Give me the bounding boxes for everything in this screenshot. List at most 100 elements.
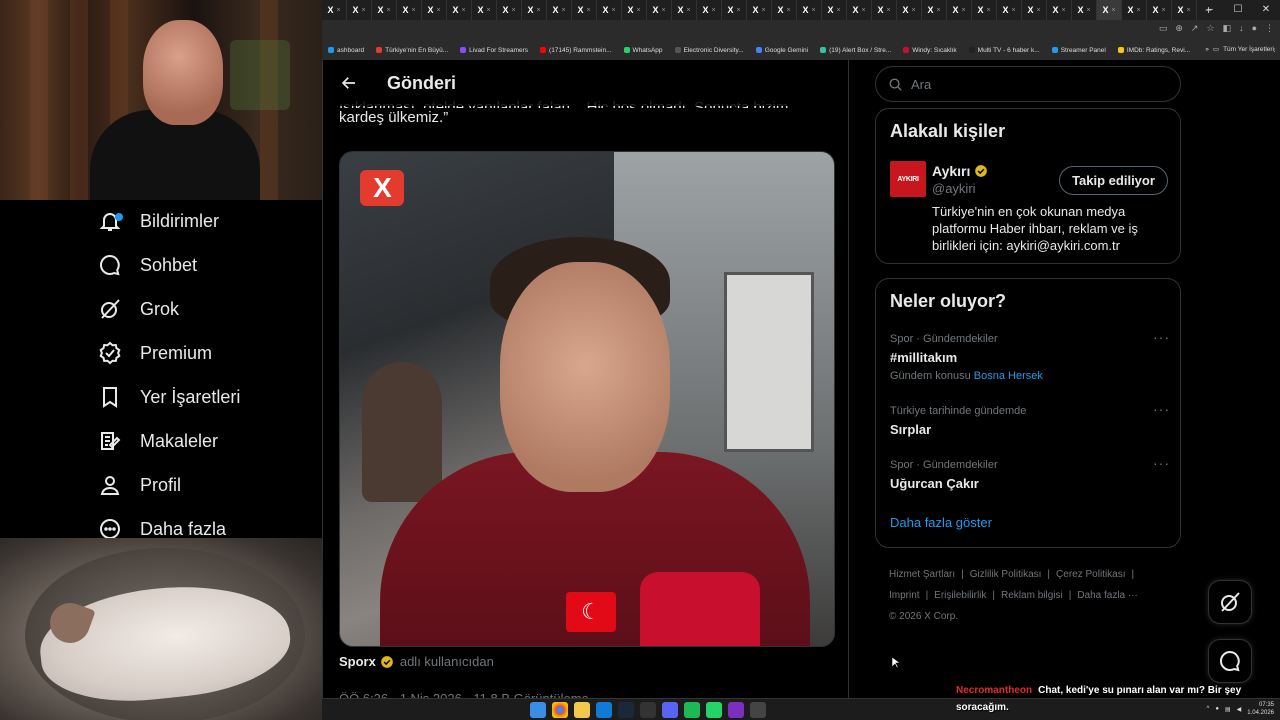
back-button[interactable] <box>331 65 367 101</box>
related-person-name[interactable]: Aykırı <box>932 163 988 179</box>
close-window-button[interactable]: ✕ <box>1252 0 1280 20</box>
browser-tab[interactable]: X × <box>922 0 947 20</box>
tab-close-icon[interactable]: × <box>536 7 540 14</box>
tab-close-icon[interactable]: × <box>1161 7 1165 14</box>
browser-tab[interactable]: X × <box>1172 0 1197 20</box>
browser-address-bar[interactable]: ▭ ⊕ ↗ ☆ ◧ ↓ ● ⋮ <box>322 20 1280 40</box>
browser-tab[interactable]: X × <box>672 0 697 20</box>
spotify-icon[interactable] <box>684 702 700 718</box>
bookmark-item[interactable]: Türkiye'nin En Büyü... <box>370 47 454 54</box>
trend-item[interactable]: Spor · Gündemdekiler Uğurcan Çakır ··· <box>890 455 1170 491</box>
tab-close-icon[interactable]: × <box>361 7 365 14</box>
trend-item[interactable]: Türkiye tarihinde gündemde Sırplar ··· <box>890 401 1170 437</box>
browser-tab[interactable]: X × <box>1122 0 1147 20</box>
star-icon[interactable]: ☆ <box>1206 23 1214 34</box>
tab-close-icon[interactable]: × <box>1111 7 1115 14</box>
edge-icon[interactable] <box>596 702 612 718</box>
bookmark-item[interactable]: (19) Alert Box / Stre... <box>814 47 897 54</box>
browser-tab[interactable]: X × <box>697 0 722 20</box>
browser-tab[interactable]: X × <box>872 0 897 20</box>
browser-tab[interactable]: X × <box>472 0 497 20</box>
download-icon[interactable]: ↓ <box>1239 23 1244 34</box>
tab-close-icon[interactable]: × <box>836 7 840 14</box>
browser-tab[interactable]: X × <box>897 0 922 20</box>
all-bookmarks[interactable]: » ▭ Tüm Yer İşaretleri <box>1199 40 1274 60</box>
browser-tab[interactable]: X × <box>747 0 772 20</box>
tab-close-icon[interactable]: × <box>811 7 815 14</box>
browser-tab[interactable]: X × <box>722 0 747 20</box>
nav-bookmarks[interactable]: Yer İşaretleri <box>98 379 240 415</box>
bookmark-item[interactable]: (17145) Rammstein... <box>534 47 618 54</box>
tab-close-icon[interactable]: × <box>711 7 715 14</box>
show-more-link[interactable]: Daha fazla göster <box>890 515 992 530</box>
trend-more-icon[interactable]: ··· <box>1153 455 1170 471</box>
tab-close-icon[interactable]: × <box>586 7 590 14</box>
browser-tab[interactable]: X × <box>1022 0 1047 20</box>
tab-close-icon[interactable]: × <box>861 7 865 14</box>
tab-close-icon[interactable]: × <box>786 7 790 14</box>
tab-close-icon[interactable]: × <box>511 7 515 14</box>
tab-close-icon[interactable]: × <box>1136 7 1140 14</box>
browser-tab[interactable]: X × <box>597 0 622 20</box>
tab-close-icon[interactable]: × <box>336 7 340 14</box>
minimize-button[interactable]: – <box>1196 0 1224 20</box>
nav-notifications[interactable]: Bildirimler <box>98 203 219 239</box>
post-video[interactable]: ☾ X <box>339 151 835 647</box>
trend-more-icon[interactable]: ··· <box>1153 401 1170 417</box>
chrome-icon[interactable] <box>552 702 568 718</box>
nav-articles[interactable]: Makaleler <box>98 423 218 459</box>
tab-close-icon[interactable]: × <box>1036 7 1040 14</box>
tab-close-icon[interactable]: × <box>1061 7 1065 14</box>
tab-close-icon[interactable]: × <box>936 7 940 14</box>
bookmark-item[interactable]: ashboard <box>322 47 370 54</box>
nav-premium[interactable]: Premium <box>98 335 212 371</box>
browser-menu-icon[interactable]: ⋮ <box>1265 23 1274 34</box>
bookmark-item[interactable]: Windy: Sıcaklık <box>897 47 962 54</box>
browser-tab[interactable]: X × <box>322 0 347 20</box>
browser-tab[interactable]: X × <box>372 0 397 20</box>
tab-close-icon[interactable]: × <box>636 7 640 14</box>
footer-link[interactable]: Erişilebilirlik <box>934 590 986 601</box>
browser-tab[interactable]: X × <box>347 0 372 20</box>
browser-tab[interactable]: X × <box>1072 0 1097 20</box>
stream-app-icon[interactable] <box>728 702 744 718</box>
footer-link[interactable]: Çerez Politikası <box>1056 569 1125 580</box>
browser-tab[interactable]: X × <box>847 0 872 20</box>
tab-close-icon[interactable]: × <box>386 7 390 14</box>
browser-tab[interactable]: X × <box>947 0 972 20</box>
browser-tab[interactable]: X × <box>1047 0 1072 20</box>
bookmark-item[interactable]: WhatsApp <box>618 47 669 54</box>
steam-icon[interactable] <box>618 702 634 718</box>
extensions-icon[interactable]: ◧ <box>1223 23 1232 34</box>
browser-tab[interactable]: X × <box>547 0 572 20</box>
trend-context-link[interactable]: Bosna Hersek <box>974 370 1043 382</box>
nav-profile[interactable]: Profil <box>98 467 181 503</box>
browser-tab[interactable]: X × <box>822 0 847 20</box>
windows-start-icon[interactable] <box>530 702 546 718</box>
tab-close-icon[interactable]: × <box>761 7 765 14</box>
zoom-icon[interactable]: ⊕ <box>1175 23 1183 34</box>
tab-close-icon[interactable]: × <box>736 7 740 14</box>
bookmark-item[interactable]: Livad For Streamers <box>454 47 534 54</box>
tab-close-icon[interactable]: × <box>486 7 490 14</box>
tab-close-icon[interactable]: × <box>1086 7 1090 14</box>
footer-link[interactable]: Imprint <box>889 590 920 601</box>
tab-close-icon[interactable]: × <box>411 7 415 14</box>
browser-tab[interactable]: X × <box>997 0 1022 20</box>
messages-fab-button[interactable] <box>1208 639 1252 683</box>
browser-tab[interactable]: X × <box>1147 0 1172 20</box>
browser-tab[interactable]: X × <box>447 0 472 20</box>
avatar[interactable]: AYKIRI <box>890 161 926 197</box>
trend-item[interactable]: Spor · Gündemdekiler #millitakım Gündem … <box>890 329 1170 382</box>
browser-tab[interactable]: X × <box>972 0 997 20</box>
browser-tab[interactable]: X × <box>772 0 797 20</box>
file-explorer-icon[interactable] <box>574 702 590 718</box>
whatsapp-icon[interactable] <box>706 702 722 718</box>
browser-tab[interactable]: X × <box>1097 0 1122 20</box>
trend-more-icon[interactable]: ··· <box>1153 329 1170 345</box>
browser-tab[interactable]: X × <box>397 0 422 20</box>
footer-link[interactable]: Reklam bilgisi <box>1001 590 1063 601</box>
author-name[interactable]: Sporx <box>339 654 376 669</box>
browser-tab[interactable]: X × <box>622 0 647 20</box>
bookmark-item[interactable]: IMDb: Ratings, Revi... <box>1112 47 1196 54</box>
